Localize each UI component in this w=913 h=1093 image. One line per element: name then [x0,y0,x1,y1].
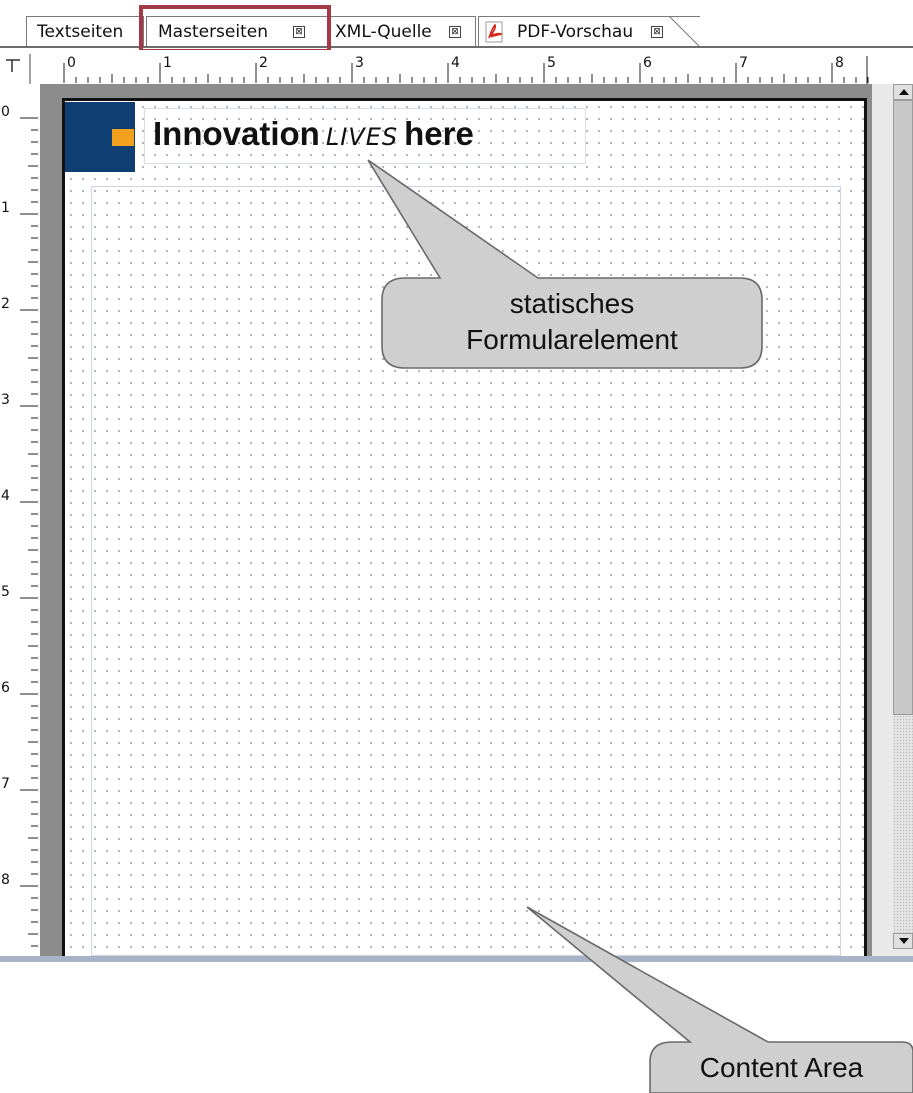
callout-static-element-line-2: Formularelement [466,324,678,355]
callout-static-element-line-1: statisches [509,288,635,319]
callout-static-element: statisches Formularelement [382,286,762,358]
callout-layer [367,159,913,1093]
callout-content-area: Content Area [699,1052,864,1083]
